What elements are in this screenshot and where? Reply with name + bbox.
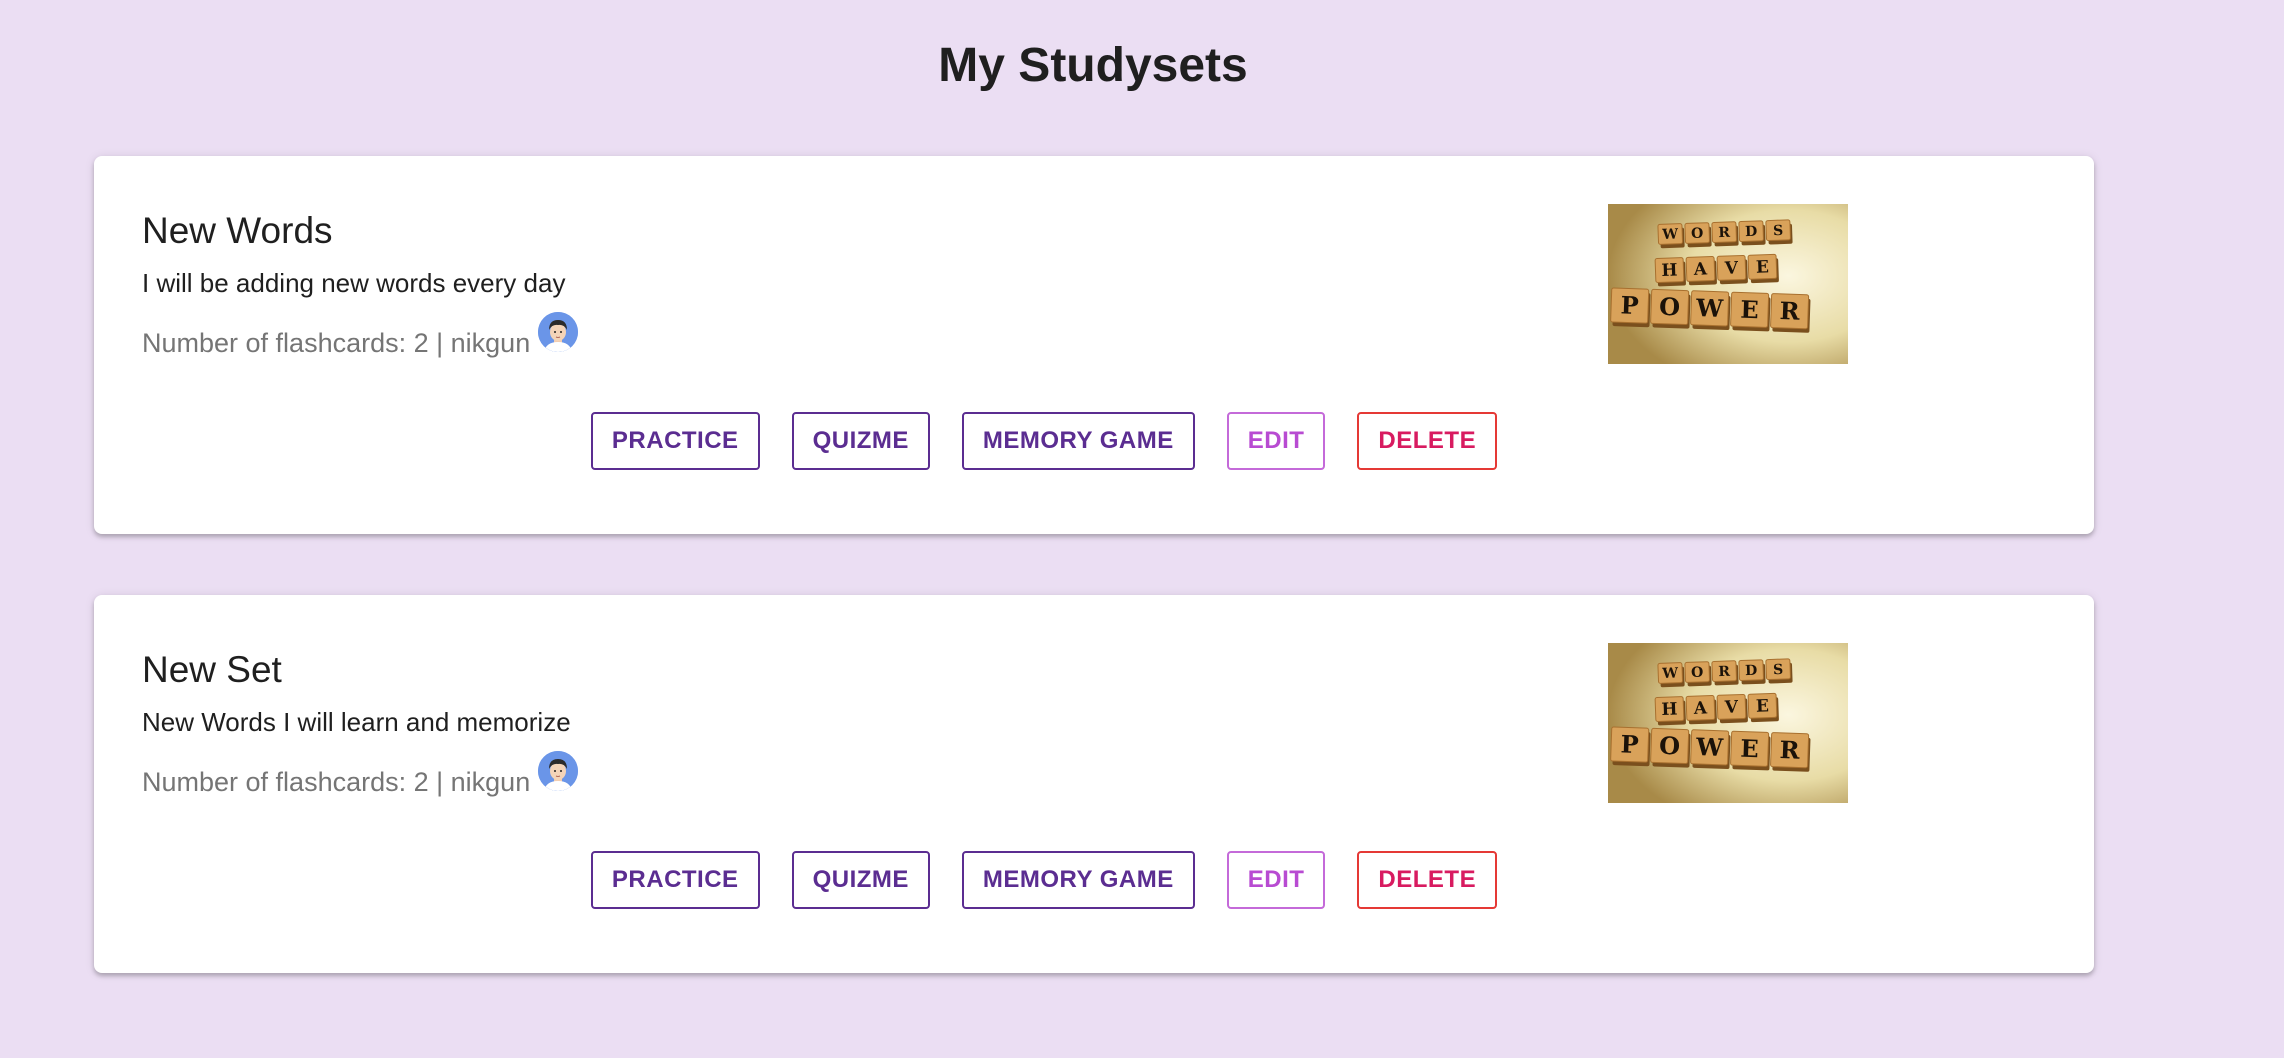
- letter-tile-text: P: [1620, 290, 1639, 320]
- letter-tile-text: O: [1659, 292, 1681, 322]
- quizme-button[interactable]: QUIZME: [791, 851, 930, 909]
- letter-tile-text: D: [1745, 663, 1758, 679]
- user-avatar-icon: [538, 312, 579, 352]
- letter-tile-text: P: [1620, 729, 1639, 759]
- user-avatar-icon: [538, 751, 579, 791]
- studyset-actions: PRACTICE QUIZME MEMORY GAME EDIT DELETE: [94, 851, 1994, 909]
- memory-game-button[interactable]: MEMORY GAME: [961, 851, 1195, 909]
- scrabble-tiles-image-icon: WORDS HAVE POWER: [1608, 204, 1848, 364]
- letter-tile-text: W: [1695, 732, 1725, 762]
- studyset-image: WORDS HAVE POWER: [1608, 643, 1848, 803]
- flashcard-count-and-author: Number of flashcards: 2 | nikgun: [142, 328, 531, 358]
- edit-button[interactable]: EDIT: [1226, 851, 1326, 909]
- flashcard-count-and-author: Number of flashcards: 2 | nikgun: [142, 767, 531, 797]
- letter-tile-text: A: [1693, 698, 1709, 719]
- letter-tile-text: E: [1756, 696, 1770, 716]
- letter-tile-text: R: [1718, 225, 1731, 241]
- studyset-meta: Number of flashcards: 2 | nikgun: [142, 751, 579, 799]
- edit-button[interactable]: EDIT: [1226, 412, 1326, 470]
- practice-button[interactable]: PRACTICE: [590, 851, 760, 909]
- studyset-card: New Set New Words I will learn and memor…: [94, 595, 2094, 973]
- letter-tile-text: W: [1661, 227, 1679, 244]
- letter-tile-text: R: [1779, 296, 1801, 326]
- studyset-card: New Words I will be adding new words eve…: [94, 156, 2094, 534]
- studyset-description: I will be adding new words every day: [142, 268, 566, 298]
- avatar: [538, 312, 579, 352]
- letter-tile-text: H: [1661, 700, 1678, 721]
- quizme-button[interactable]: QUIZME: [791, 412, 930, 470]
- studyset-title[interactable]: New Set: [142, 649, 282, 691]
- practice-button[interactable]: PRACTICE: [590, 412, 760, 470]
- studyset-image: WORDS HAVE POWER: [1608, 204, 1848, 364]
- letter-tile-text: S: [1773, 662, 1784, 678]
- studyset-actions: PRACTICE QUIZME MEMORY GAME EDIT DELETE: [94, 412, 1994, 470]
- letter-tile-text: E: [1740, 295, 1759, 325]
- delete-button[interactable]: DELETE: [1357, 412, 1498, 470]
- studyset-meta: Number of flashcards: 2 | nikgun: [142, 312, 579, 360]
- memory-game-button[interactable]: MEMORY GAME: [961, 412, 1195, 470]
- letter-tile-text: E: [1740, 734, 1759, 764]
- letter-tile-text: R: [1779, 735, 1801, 765]
- letter-tile-text: D: [1745, 224, 1758, 240]
- scrabble-tiles-image-icon: WORDS HAVE POWER: [1608, 643, 1848, 803]
- letter-tile-text: W: [1661, 666, 1679, 683]
- letter-tile-text: R: [1718, 664, 1731, 680]
- letter-tile-text: H: [1661, 261, 1678, 282]
- letter-tile-text: O: [1659, 731, 1681, 761]
- avatar: [538, 751, 579, 791]
- letter-tile-text: W: [1695, 293, 1725, 323]
- letter-tile-text: O: [1691, 226, 1704, 242]
- studyset-description: New Words I will learn and memorize: [142, 707, 571, 737]
- studyset-title[interactable]: New Words: [142, 210, 333, 252]
- page-title: My Studysets: [938, 39, 1248, 92]
- letter-tile-text: A: [1693, 259, 1709, 280]
- letter-tile-text: E: [1756, 257, 1770, 277]
- letter-tile-text: O: [1691, 665, 1704, 681]
- letter-tile-text: V: [1724, 697, 1740, 718]
- letter-tile-text: V: [1724, 258, 1740, 279]
- letter-tile-text: S: [1773, 223, 1784, 239]
- delete-button[interactable]: DELETE: [1357, 851, 1498, 909]
